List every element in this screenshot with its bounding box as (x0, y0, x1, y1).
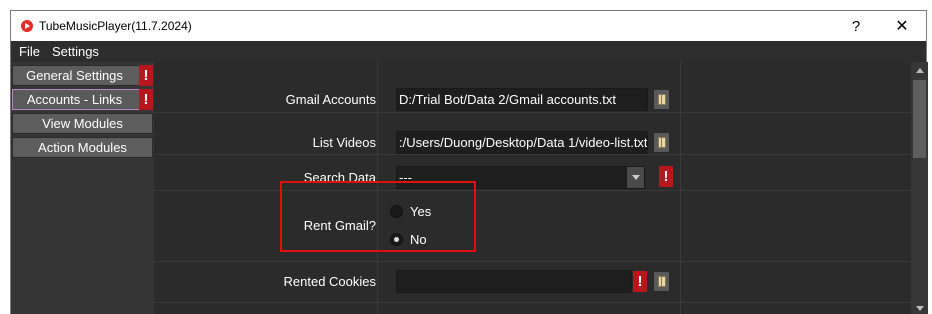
settings-panel: Gmail Accounts D:/Trial Bot/Data 2/Gmail… (154, 62, 911, 314)
alert-icon: ! (139, 65, 153, 86)
highlight-annotation (280, 181, 476, 252)
alert-icon: ! (633, 271, 647, 292)
gmail-accounts-field[interactable]: D:/Trial Bot/Data 2/Gmail accounts.txt (396, 88, 648, 111)
app-logo-icon (21, 20, 33, 32)
folder-icon (657, 276, 666, 287)
list-videos-field[interactable]: :/Users/Duong/Desktop/Data 1/video-list.… (396, 131, 648, 154)
sidebar-item-view-modules[interactable]: View Modules (12, 113, 153, 134)
close-button[interactable]: ✕ (879, 11, 925, 41)
folder-icon (657, 137, 666, 148)
row-divider (154, 190, 911, 191)
scroll-down-icon[interactable] (911, 301, 928, 314)
sidebar-item-label: View Modules (42, 116, 123, 131)
gmail-accounts-browse-button[interactable] (653, 89, 670, 110)
rented-cookies-browse-button[interactable] (653, 271, 670, 292)
sidebar-item-general-settings[interactable]: General Settings ! (12, 65, 153, 86)
menu-settings[interactable]: Settings (44, 44, 103, 59)
vertical-scrollbar[interactable] (911, 62, 928, 314)
row-divider (154, 302, 911, 303)
rented-cookies-field[interactable] (396, 270, 632, 293)
rented-cookies-label: Rented Cookies (283, 274, 377, 289)
row-divider (154, 112, 911, 113)
menu-file[interactable]: File (11, 44, 44, 59)
sidebar-item-label: Action Modules (38, 140, 127, 155)
gmail-accounts-label: Gmail Accounts (285, 92, 376, 107)
folder-icon (657, 94, 666, 105)
list-videos-label: List Videos (312, 135, 376, 150)
app-window: TubeMusicPlayer(11.7.2024) ? ✕ File Sett… (10, 10, 928, 314)
title-bar: TubeMusicPlayer(11.7.2024) ? ✕ (11, 11, 926, 41)
alert-icon: ! (659, 166, 673, 187)
scroll-up-icon[interactable] (911, 62, 928, 79)
help-button[interactable]: ? (833, 11, 879, 41)
scroll-thumb[interactable] (913, 80, 926, 158)
sidebar: General Settings ! Accounts - Links ! Vi… (11, 62, 154, 314)
alert-icon: ! (139, 89, 153, 110)
sidebar-item-label: Accounts - Links (26, 92, 123, 107)
list-videos-browse-button[interactable] (653, 132, 670, 153)
chevron-down-icon[interactable] (627, 167, 644, 188)
sidebar-item-accounts-links[interactable]: Accounts - Links ! (12, 89, 153, 110)
row-divider (154, 261, 911, 262)
column-divider (680, 62, 681, 314)
sidebar-item-label: General Settings (26, 68, 123, 83)
window-title: TubeMusicPlayer(11.7.2024) (39, 19, 192, 33)
sidebar-item-action-modules[interactable]: Action Modules (12, 137, 153, 158)
row-divider (154, 154, 911, 155)
menu-bar: File Settings (11, 41, 926, 62)
